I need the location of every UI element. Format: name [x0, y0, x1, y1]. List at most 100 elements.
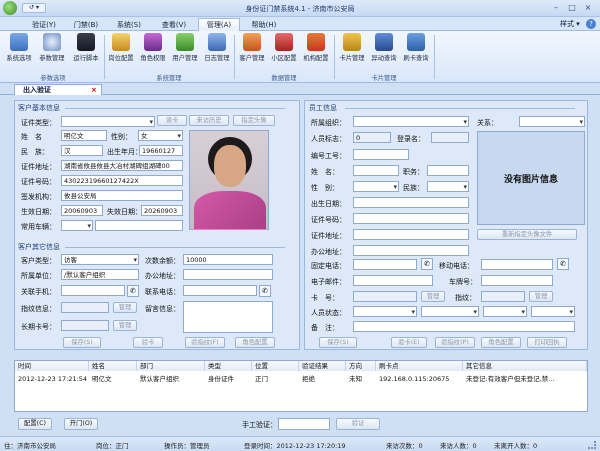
tab-access[interactable]: 门禁(B) [66, 18, 106, 31]
reset-avatar-button[interactable]: 重新指定头像文件 [477, 229, 577, 240]
style-menu[interactable]: 样式 ▾ [560, 19, 580, 29]
position-field[interactable] [427, 165, 469, 176]
email-field[interactable] [353, 275, 433, 286]
visits-field[interactable]: 10000 [183, 254, 273, 265]
org-select[interactable] [353, 116, 469, 127]
help-icon[interactable]: ? [586, 19, 596, 29]
table-row[interactable]: 2012-12-23 17:21:54 明亿文 默认客户组织 身份证件 正门 拒… [15, 361, 587, 411]
minimize-icon[interactable]: – [550, 3, 562, 13]
person-status-select-2[interactable] [421, 306, 479, 317]
mobile-field[interactable] [481, 259, 553, 270]
valid-to-field[interactable]: 20260903 [141, 205, 183, 216]
office-address-field[interactable] [183, 269, 273, 280]
client-save-button[interactable]: 保存(S) [63, 337, 101, 348]
plate-field[interactable] [481, 275, 553, 286]
card-manage-label: 卡片管理 [339, 55, 365, 62]
common-vehicle-field[interactable] [95, 220, 183, 231]
name-field[interactable]: 明亿文 [61, 130, 107, 141]
tab-verify[interactable]: 验证(Y) [24, 18, 64, 31]
staff-verify-fp-button[interactable]: 验指纹(P) [435, 337, 475, 348]
verify-button[interactable]: 验证 [336, 418, 380, 430]
gender-select[interactable]: 女 [138, 130, 183, 141]
tab-help[interactable]: 帮助(H) [243, 18, 285, 31]
client-verify-card-button[interactable]: 验卡 [133, 337, 163, 348]
person-status-select[interactable] [353, 306, 417, 317]
emp-no-field[interactable] [353, 149, 409, 160]
fixed-tel-field[interactable] [353, 259, 417, 270]
card-manage-button[interactable]: 卡片管理 [337, 33, 367, 73]
id-number-field[interactable]: 43022319660127422X [61, 175, 183, 186]
tab-system[interactable]: 系统(S) [108, 18, 150, 31]
param-manage-button[interactable]: 参数管理 [36, 33, 68, 73]
id-type-select[interactable] [61, 116, 155, 127]
valid-from-field[interactable]: 20060903 [61, 205, 103, 216]
close-icon[interactable]: × [582, 3, 594, 13]
address-label: 证件地址： [21, 163, 56, 171]
address-field[interactable]: 湖南省攸县攸县大冶村湖碑组湖碑00 [61, 160, 183, 171]
staff-gender-select[interactable] [353, 181, 399, 192]
manual-verify-field[interactable] [278, 418, 330, 430]
specify-avatar-button[interactable]: 指定头像 [233, 115, 275, 126]
change-query-button[interactable]: 异动查询 [369, 33, 399, 73]
phone-icon[interactable]: ✆ [421, 258, 433, 270]
tab-entry-verify[interactable]: 出入验证 × [14, 84, 102, 95]
close-tab-icon[interactable]: × [91, 85, 97, 95]
app-logo-icon[interactable] [3, 1, 17, 15]
read-card-button[interactable]: 读卡 [157, 115, 187, 126]
role-permission-button[interactable]: 角色权限 [138, 33, 168, 73]
contact-mobile-field[interactable] [61, 285, 125, 296]
relation-select[interactable] [519, 116, 585, 127]
quick-access-toolbar[interactable]: ↺ ▾ [22, 3, 46, 13]
staff-name-field[interactable] [353, 165, 399, 176]
visit-history-button[interactable]: 来访历史 [189, 115, 229, 126]
staff-ethnic-select[interactable] [427, 181, 469, 192]
message-field[interactable] [183, 301, 273, 333]
staff-id-number-field[interactable] [353, 213, 469, 224]
remark-field[interactable] [353, 321, 575, 332]
card-manage-button[interactable]: 管理 [421, 291, 445, 302]
ethnic-field[interactable]: 汉 [61, 145, 103, 156]
birth-field[interactable]: 19660127 [139, 145, 183, 156]
contact-tel-field[interactable] [183, 285, 257, 296]
run-script-button[interactable]: 运行脚本 [70, 33, 102, 73]
issuer-field[interactable]: 攸县公安局 [61, 190, 183, 201]
swipe-query-button[interactable]: 刷卡查询 [401, 33, 431, 73]
phone-icon[interactable]: ✆ [557, 258, 569, 270]
resize-grip-icon[interactable] [588, 441, 596, 449]
client-verify-fp-button[interactable]: 验指纹(F) [185, 337, 225, 348]
staff-role-config-button[interactable]: 角色配置 [481, 337, 521, 348]
unit-field[interactable]: /默认客户组织 [61, 269, 139, 280]
tab-view[interactable]: 查看(V) [153, 18, 195, 31]
staff-birth-field[interactable] [353, 197, 469, 208]
log-manage-button[interactable]: 日志管理 [202, 33, 232, 73]
phone-icon[interactable]: ✆ [259, 285, 271, 297]
records-table[interactable]: 时间 姓名 部门 类型 位置 验证结果 方向 刷卡点 其它信息 2012-12-… [14, 360, 588, 412]
client-manage-button[interactable]: 客户管理 [237, 33, 267, 73]
user-manage-button[interactable]: 用户管理 [170, 33, 200, 73]
person-status-select-3[interactable] [483, 306, 527, 317]
status-not-left: 未离开人数：0 [494, 442, 538, 450]
staff-save-button[interactable]: 保存(S) [319, 337, 357, 348]
staff-office-field[interactable] [353, 245, 469, 256]
person-status-select-4[interactable] [531, 306, 575, 317]
org-config-button[interactable]: 机构配置 [301, 33, 331, 73]
tab-manage[interactable]: 管理(A) [198, 18, 240, 31]
fp-manage-button[interactable]: 管理 [529, 291, 553, 302]
post-config-button[interactable]: 岗位配置 [106, 33, 136, 73]
config-button[interactable]: 配置(C) [18, 418, 52, 430]
community-config-button[interactable]: 小区配置 [269, 33, 299, 73]
community-icon [275, 33, 293, 51]
common-vehicle-select[interactable] [61, 220, 93, 231]
open-door-button[interactable]: 开门(O) [64, 418, 98, 430]
fingerprint-manage-button[interactable]: 管理 [113, 302, 137, 313]
staff-address-field[interactable] [353, 229, 469, 240]
print-slip-button[interactable]: 打印回执 [527, 337, 567, 348]
system-options-button[interactable]: 系统选项 [4, 33, 34, 73]
phone-icon[interactable]: ✆ [127, 285, 139, 297]
maximize-icon[interactable]: □ [566, 3, 578, 13]
client-role-config-button[interactable]: 角色配置 [235, 337, 275, 348]
client-type-select[interactable]: 访客 [61, 254, 139, 265]
section-client-basic: 客户基本信息 [18, 104, 60, 112]
staff-verify-card-button[interactable]: 验卡(E) [391, 337, 427, 348]
long-card-manage-button[interactable]: 管理 [113, 320, 137, 331]
